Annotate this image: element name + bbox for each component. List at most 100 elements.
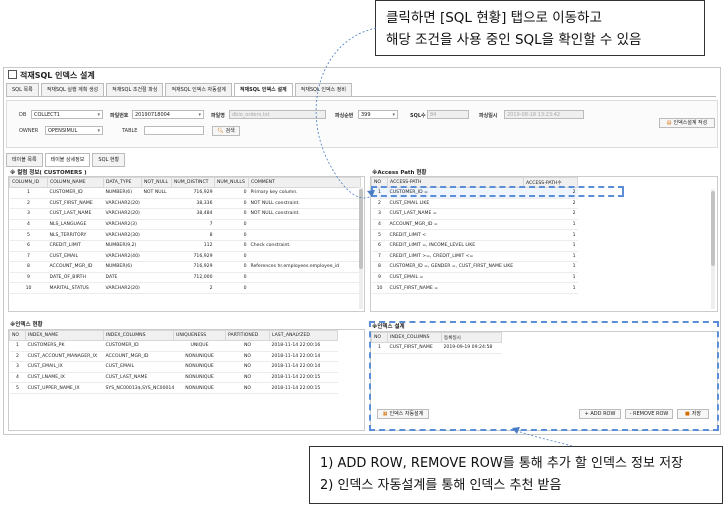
columns-scroll-thumb[interactable] (359, 189, 363, 269)
search-button[interactable]: 🔍︎ 검색 (212, 126, 240, 136)
checkbox-icon (8, 70, 17, 79)
tab-index-maintenance[interactable]: 적재SQL 인덱스 정비 (294, 83, 352, 96)
table-cell: VARCHAR2(20) (103, 208, 142, 220)
table-cell: NONUNIQUE (173, 361, 226, 373)
table-cell: CUST_EMAIL (47, 251, 104, 263)
table-row[interactable]: 6 CREDIT_LIMIT NUMBER(9,2) 112 0 Check constr… (9, 240, 361, 252)
table-row[interactable]: 4 ACCOUNT_MGR_ID = 1 (371, 219, 578, 231)
file-no-label: 파일번호 (110, 113, 129, 119)
column-header[interactable]: NUM_NULLS (214, 177, 249, 188)
table-cell: DATE (103, 272, 142, 284)
table-row[interactable]: 5 NLS_TERRITORY VARCHAR2(30) 8 0 (9, 229, 361, 241)
table-cell: Primary key column. (248, 187, 361, 199)
subtab-table-list[interactable]: 테이블 목록 (6, 153, 43, 167)
subtab-sql-status[interactable]: SQL 현황 (92, 153, 126, 167)
table-cell: 0 (214, 198, 249, 210)
table-row[interactable]: 1 CUSTOMERS_PK CUSTOMER_ID UNIQUE NO 2018-11-… (9, 340, 338, 352)
column-header[interactable]: NOT_NULL (141, 177, 172, 188)
owner-select[interactable]: OPENSIMUL ▾ (45, 126, 103, 135)
main-tabs: SQL 목록 적재SQL 실행 계획 생성 적재SQL 조건절 파싱 적재SQL… (6, 83, 716, 97)
column-header[interactable]: NO (9, 330, 26, 341)
column-header[interactable]: COLUMN_NAME (47, 177, 104, 188)
tab-predicate-parse[interactable]: 적재SQL 조건절 파싱 (106, 83, 164, 96)
table-cell: 1 (9, 187, 48, 199)
table-cell (248, 251, 361, 263)
table-cell: CUST_ACCOUNT_MANAGER_IX (25, 351, 104, 363)
table-cell: NO (225, 361, 270, 373)
table-cell: 7 (171, 219, 215, 231)
table-row[interactable]: 2 CUST_ACCOUNT_MANAGER_IX ACCOUNT_MGR_ID NO… (9, 351, 338, 363)
table-cell: 1 (523, 251, 578, 263)
tab-plan-create[interactable]: 적재SQL 실행 계획 생성 (40, 83, 105, 96)
table-row[interactable]: 9 CUST_EMAIL = 1 (371, 272, 578, 284)
db-label: DB (19, 112, 27, 118)
table-cell: CUST_FIRST_NAME (47, 198, 104, 210)
columns-scrollbar[interactable] (359, 187, 363, 309)
table-cell: CUST_EMAIL (103, 361, 174, 373)
table-cell: CUSTOMER_ID (47, 187, 104, 199)
table-cell: CUST_LAST_NAME (47, 208, 104, 220)
column-header[interactable]: INDEX_NAME (25, 330, 104, 341)
tab-sql-list[interactable]: SQL 목록 (6, 83, 39, 96)
table-row[interactable]: 8 CUSTOMER_ID =, GENDER =, CUST_FIRST_NAM… (371, 261, 578, 273)
table-cell: CUST_LAST_NAME = (387, 208, 524, 220)
parse-order-select[interactable]: 399 ▾ (358, 110, 398, 119)
table-cell: NONUNIQUE (173, 372, 226, 384)
table-row[interactable]: 3 CUST_LAST_NAME = 2 (371, 208, 578, 220)
parse-order-label: 파싱순번 (335, 113, 354, 119)
table-row[interactable]: 3 CUST_LAST_NAME VARCHAR2(20) 38,484 0 NOT NU… (9, 208, 361, 220)
table-row[interactable]: 2 CUST_EMAIL LIKE 2 (371, 198, 578, 210)
table-row[interactable]: 7 CREDIT_LIMIT >=, CREDIT_LIMIT <= 1 (371, 251, 578, 263)
db-select[interactable]: COLLECT1 ▾ (31, 110, 103, 119)
table-row[interactable]: 10 CUST_FIRST_NAME = 1 (371, 282, 578, 294)
access-scrollbar[interactable] (711, 189, 715, 309)
table-cell (141, 208, 172, 220)
sql-count-field: 84 (427, 110, 469, 119)
file-no-select[interactable]: 20190718004 ▾ (132, 110, 204, 119)
table-cell: 2 (9, 351, 26, 363)
tab-auto-design[interactable]: 적재SQL 인덱스 자동설계 (165, 83, 232, 96)
table-row[interactable]: 10 MARITAL_STATUS VARCHAR2(20) 2 0 (9, 282, 361, 294)
table-cell (141, 240, 172, 252)
table-cell: 0 (214, 282, 249, 294)
index-panel-title: ※인덱스 현황 (10, 322, 43, 328)
column-header[interactable]: COLUMN_ID (9, 177, 48, 188)
highlight-design-panel (369, 321, 719, 431)
table-row[interactable]: 2 CUST_FIRST_NAME VARCHAR2(20) 38,336 0 NOT N… (9, 198, 361, 210)
columns-table: COLUMN_ID COLUMN_NAME DATA_TYPE NOT_NULL NUM… (9, 177, 361, 294)
index-design-write-button[interactable]: ▤ 인덱스설계 작성 (659, 118, 715, 128)
chevron-down-icon: ▾ (97, 112, 100, 118)
column-header[interactable]: INDEX_COLUMNS (103, 330, 174, 341)
column-header[interactable]: COMMENT (248, 177, 361, 188)
table-cell: VARCHAR2(30) (103, 229, 142, 241)
table-row[interactable]: 5 CUST_UPPER_NAME_IX SYS_NC00013$,SYS_NC00… (9, 382, 338, 394)
table-cell: 3 (371, 208, 388, 220)
table-row[interactable]: 4 NLS_LANGUAGE VARCHAR2(3) 7 0 (9, 219, 361, 231)
table-row[interactable]: 7 CUST_EMAIL VARCHAR2(40) 716,929 0 (9, 251, 361, 263)
table-input[interactable] (144, 126, 204, 135)
subtab-table-detail[interactable]: 테이블 상세정보 (44, 153, 91, 167)
table-row[interactable]: 1 CUSTOMER_ID NUMBER(6) NOT NULL 716,929 0 Pri… (9, 187, 361, 199)
table-cell: 0 (214, 219, 249, 231)
column-header[interactable]: UNIQUENESS (173, 330, 226, 341)
table-cell (141, 229, 172, 241)
table-row[interactable]: 3 CUST_EMAIL_IX CUST_EMAIL NONUNIQUE NO 2018-… (9, 361, 338, 373)
table-cell: 1 (523, 219, 578, 231)
table-row[interactable]: 4 CUST_LNAME_IX CUST_LAST_NAME NONUNIQUE NO 2… (9, 372, 338, 384)
column-header[interactable]: NUM_DISTINCT (171, 177, 215, 188)
table-row[interactable]: 6 CREDIT_LIMIT =, INCOME_LEVEL LIKE 1 (371, 240, 578, 252)
table-cell: CUST_UPPER_NAME_IX (25, 382, 104, 394)
access-scroll-thumb[interactable] (711, 191, 715, 266)
column-header[interactable]: PARTITIONED (225, 330, 270, 341)
parse-date-field: 2019-08-18 13:23:42 (504, 110, 584, 119)
column-header[interactable]: DATA_TYPE (103, 177, 142, 188)
column-header[interactable]: LAST_ANALYZED (269, 330, 338, 341)
table-cell: CUST_LNAME_IX (25, 372, 104, 384)
tab-index-design[interactable]: 적재SQL 인덱스 설계 (233, 83, 293, 96)
table-cell: NLS_TERRITORY (47, 229, 104, 241)
table-row[interactable]: 9 DATE_OF_BIRTH DATE 712,000 0 (9, 272, 361, 284)
table-cell: 4 (371, 219, 388, 231)
chevron-down-icon: ▾ (97, 128, 100, 134)
table-row[interactable]: 5 CREDIT_LIMIT <1 (371, 229, 578, 241)
table-row[interactable]: 8 ACCOUNT_MGR_ID NUMBER(6) 716,929 0 Referenc… (9, 261, 361, 273)
